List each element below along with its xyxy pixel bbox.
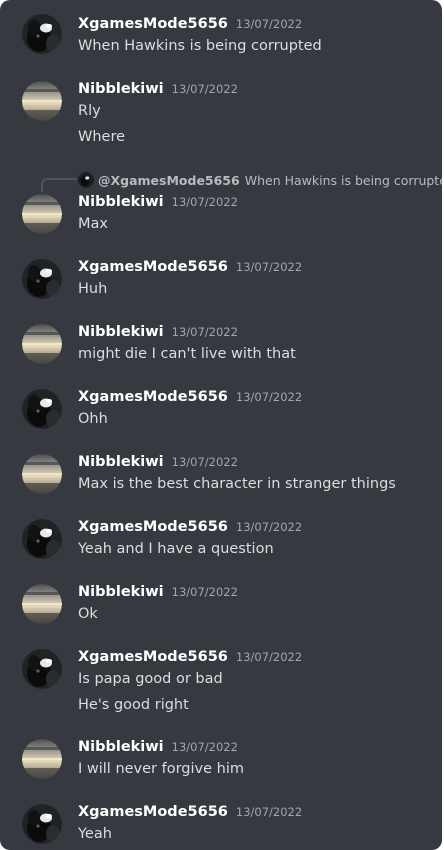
username[interactable]: XgamesMode5656 bbox=[78, 519, 228, 535]
message-text: Is papa good or bad bbox=[78, 671, 223, 687]
message-text: Yeah and I have a question bbox=[78, 541, 274, 557]
username[interactable]: XgamesMode5656 bbox=[78, 389, 228, 405]
username[interactable]: Nibblekiwi bbox=[78, 454, 164, 470]
timestamp: 13/07/2022 bbox=[235, 390, 303, 404]
username[interactable]: XgamesMode5656 bbox=[78, 259, 228, 275]
dog-avatar bbox=[78, 172, 94, 188]
message-text: might die I can't live with that bbox=[78, 346, 296, 362]
timestamp: 13/07/2022 bbox=[171, 455, 238, 469]
message-text: Max is the best character in stranger th… bbox=[78, 476, 396, 492]
timestamp: 13/07/2022 bbox=[171, 585, 238, 599]
reply-connector bbox=[41, 178, 77, 192]
sunset-avatar[interactable] bbox=[22, 324, 62, 364]
sunset-avatar[interactable] bbox=[22, 739, 62, 779]
reply-excerpt: When Hawkins is being corrupted bbox=[244, 172, 442, 188]
sunset-avatar[interactable] bbox=[22, 81, 62, 121]
timestamp: 13/07/2022 bbox=[171, 195, 238, 209]
username[interactable]: Nibblekiwi bbox=[78, 324, 164, 340]
dog-avatar[interactable] bbox=[22, 649, 62, 689]
sunset-avatar[interactable] bbox=[22, 584, 62, 624]
username[interactable]: XgamesMode5656 bbox=[78, 649, 228, 665]
timestamp: 13/07/2022 bbox=[235, 520, 303, 534]
message-text: Rly bbox=[78, 103, 101, 119]
timestamp: 13/07/2022 bbox=[235, 260, 303, 274]
timestamp: 13/07/2022 bbox=[235, 650, 303, 664]
username[interactable]: Nibblekiwi bbox=[78, 81, 164, 97]
username[interactable]: Nibblekiwi bbox=[78, 194, 164, 210]
dog-avatar[interactable] bbox=[22, 389, 62, 429]
reply-reference[interactable]: @XgamesMode5656 When Hawkins is being co… bbox=[78, 172, 442, 188]
timestamp: 13/07/2022 bbox=[171, 82, 238, 96]
sunset-avatar[interactable] bbox=[22, 194, 62, 234]
username[interactable]: XgamesMode5656 bbox=[78, 16, 228, 32]
username[interactable]: XgamesMode5656 bbox=[78, 804, 228, 820]
message-text: Huh bbox=[78, 281, 108, 297]
username[interactable]: Nibblekiwi bbox=[78, 739, 164, 755]
message-text: Yeah bbox=[78, 826, 112, 842]
timestamp: 13/07/2022 bbox=[235, 17, 303, 31]
dog-avatar[interactable] bbox=[22, 519, 62, 559]
timestamp: 13/07/2022 bbox=[235, 805, 303, 819]
dog-avatar[interactable] bbox=[22, 804, 62, 844]
message-text: Max bbox=[78, 216, 108, 232]
username[interactable]: Nibblekiwi bbox=[78, 584, 164, 600]
timestamp: 13/07/2022 bbox=[171, 740, 238, 754]
message-text: When Hawkins is being corrupted bbox=[78, 38, 322, 54]
sunset-avatar[interactable] bbox=[22, 454, 62, 494]
message-text: Where bbox=[78, 129, 126, 145]
message-text: Ohh bbox=[78, 411, 108, 427]
message-text: He's good right bbox=[78, 697, 189, 713]
message-text: I will never forgive him bbox=[78, 761, 244, 777]
timestamp: 13/07/2022 bbox=[171, 325, 238, 339]
dog-avatar[interactable] bbox=[22, 259, 62, 299]
message-text: Ok bbox=[78, 606, 98, 622]
chat-message-list[interactable]: @XgamesMode5656 When Hawkins is being co… bbox=[0, 0, 442, 850]
reply-mention[interactable]: @XgamesMode5656 bbox=[98, 173, 240, 188]
dog-avatar[interactable] bbox=[22, 14, 62, 54]
